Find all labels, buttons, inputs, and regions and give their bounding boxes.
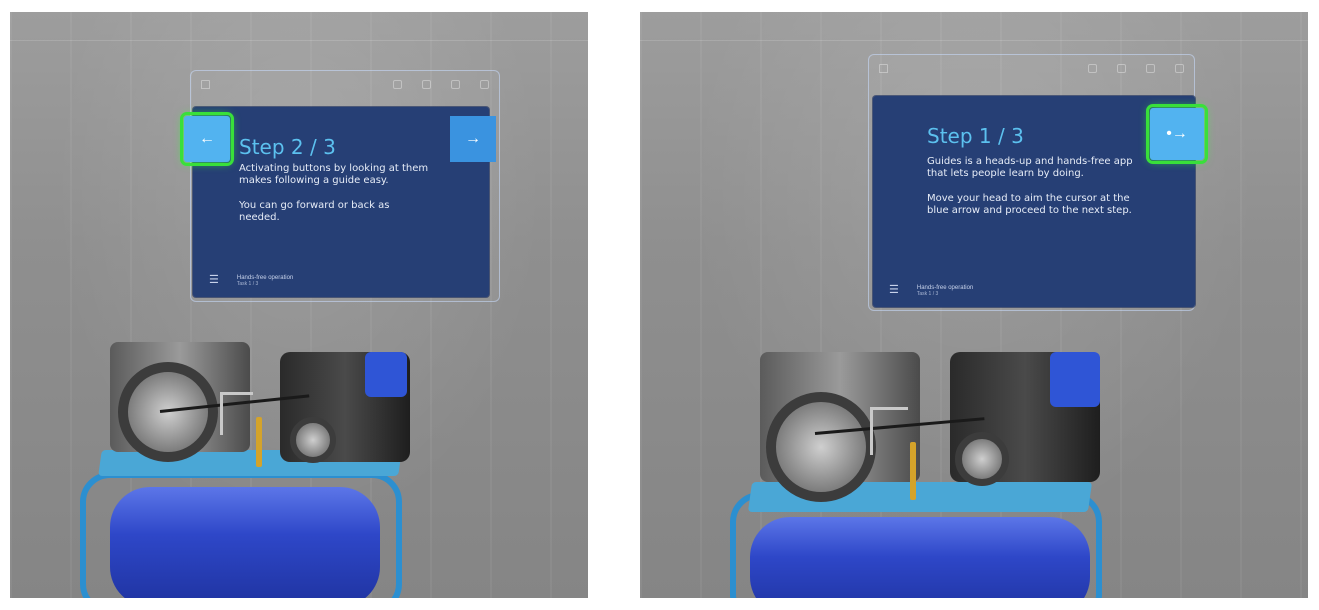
home-icon[interactable]	[879, 63, 888, 73]
arrow-right-icon: •→	[1166, 125, 1188, 142]
next-step-button[interactable]: →	[450, 116, 496, 162]
window-toolbar	[879, 61, 1184, 75]
step-body: Guides is a heads-up and hands-free app …	[927, 156, 1137, 230]
task-info: Hands-free operation Task 1 / 3	[917, 285, 973, 297]
next-step-button[interactable]: •→	[1146, 104, 1208, 164]
compressor-tank	[750, 517, 1090, 598]
task-progress: Task 1 / 3	[916, 291, 939, 297]
air-compressor-model	[70, 322, 490, 598]
step-paragraph: Guides is a heads-up and hands-free app …	[927, 156, 1133, 179]
right-hologram-view: Step 1 / 3 Guides is a heads-up and hand…	[640, 12, 1308, 598]
arrow-right-icon: →	[465, 130, 481, 147]
motor-switch-box	[1050, 352, 1100, 407]
settings-icon[interactable]	[422, 79, 431, 89]
card-footer: ☰ Hands-free operation Task 1 / 3	[209, 275, 293, 288]
flywheel	[766, 392, 876, 502]
help-icon[interactable]	[451, 79, 460, 89]
list-icon[interactable]: ☰	[889, 285, 899, 296]
back-icon[interactable]	[480, 79, 489, 89]
window-toolbar	[201, 77, 489, 91]
previous-step-button[interactable]: ←	[180, 112, 234, 166]
compressor-tank	[110, 487, 380, 598]
left-hologram-view: Step 2 / 3 Activating buttons by looking…	[10, 12, 588, 598]
pin-icon[interactable]	[1088, 63, 1097, 73]
motor-pulley	[290, 417, 336, 463]
back-icon[interactable]	[1175, 63, 1184, 73]
arrow-left-icon: ←	[199, 130, 215, 147]
list-icon[interactable]: ☰	[209, 275, 219, 286]
pressure-valve	[910, 442, 916, 500]
task-info: Hands-free operation Task 1 / 3	[237, 275, 293, 287]
task-progress: Task 1 / 3	[236, 281, 259, 287]
pressure-valve	[256, 417, 262, 467]
step-paragraph: Activating buttons by looking at them ma…	[239, 163, 429, 186]
card-footer: ☰ Hands-free operation Task 1 / 3	[889, 285, 973, 298]
ceiling-line	[640, 40, 1308, 41]
step-card: Step 2 / 3 Activating buttons by looking…	[193, 107, 489, 297]
step-paragraph: Move your head to aim the cursor at the …	[927, 193, 1132, 216]
home-icon[interactable]	[201, 79, 210, 89]
step-body: Activating buttons by looking at them ma…	[239, 163, 429, 237]
air-compressor-model	[720, 332, 1180, 598]
air-pipe	[870, 407, 908, 455]
step-card: Step 1 / 3 Guides is a heads-up and hand…	[873, 96, 1195, 307]
air-pipe	[220, 392, 253, 435]
settings-icon[interactable]	[1117, 63, 1126, 73]
ceiling-line	[10, 40, 588, 41]
step-paragraph: You can go forward or back as needed.	[239, 200, 390, 223]
step-title: Step 2 / 3	[239, 135, 336, 159]
motor-switch-box	[365, 352, 407, 397]
motor-pulley	[955, 432, 1009, 486]
pin-icon[interactable]	[393, 79, 402, 89]
help-icon[interactable]	[1146, 63, 1155, 73]
step-title: Step 1 / 3	[927, 124, 1024, 148]
